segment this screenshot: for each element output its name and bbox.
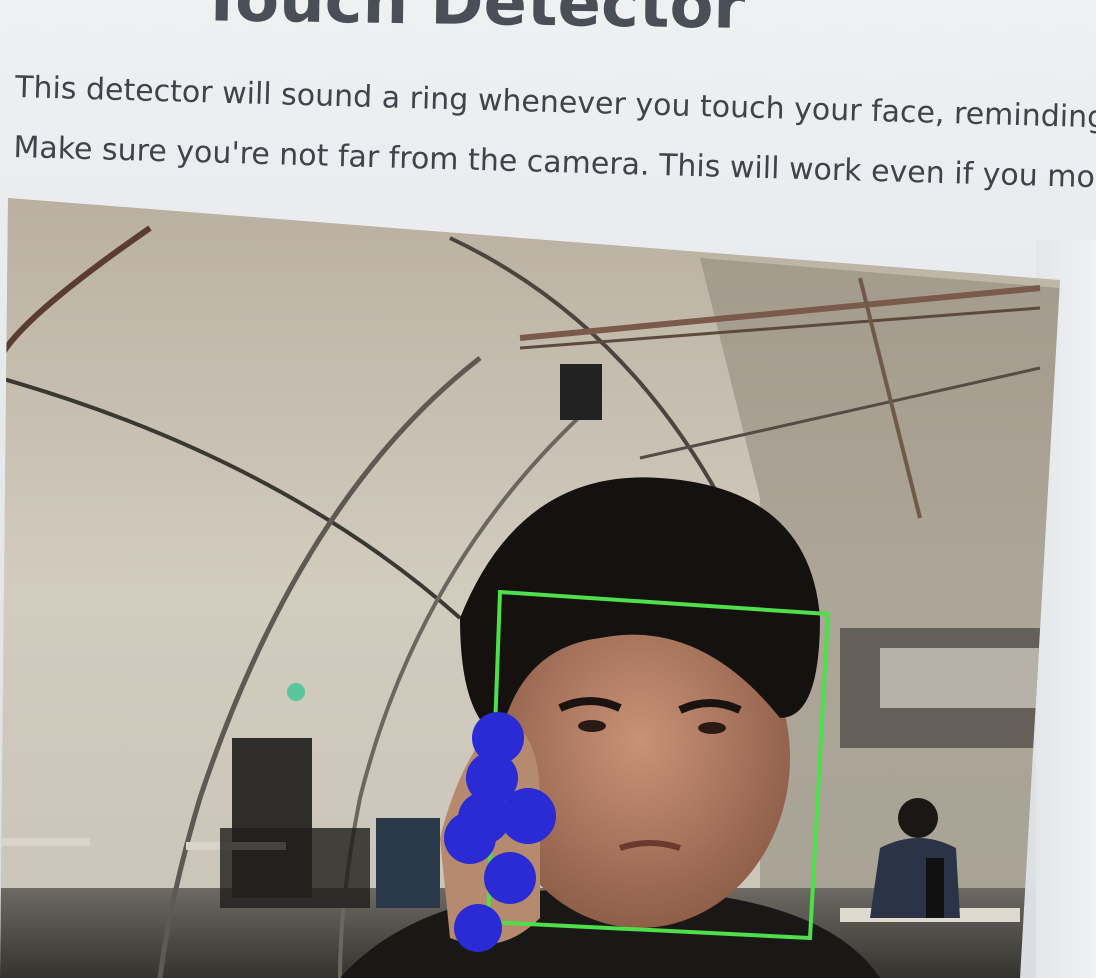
touch-detector-page: Touch Detector This detector will sound … <box>0 0 1096 978</box>
eye <box>578 720 606 732</box>
background-person-head <box>898 798 938 838</box>
hand-marker <box>500 788 556 844</box>
table <box>0 838 90 846</box>
speaker <box>560 364 602 420</box>
page-title: Touch Detector <box>199 0 746 44</box>
hand-marker <box>454 904 502 952</box>
eye <box>698 722 726 734</box>
hand-marker <box>444 812 496 864</box>
chairs <box>220 828 370 908</box>
webcam-video-feed <box>0 198 1060 978</box>
background-person-body <box>870 838 960 918</box>
webcam-frame <box>0 198 1060 978</box>
exit-light <box>287 683 305 701</box>
bottle <box>926 858 944 918</box>
window-light <box>880 648 1040 708</box>
chair <box>376 818 440 908</box>
description: This detector will sound a ring whenever… <box>13 58 1096 211</box>
hand-marker <box>484 852 536 904</box>
